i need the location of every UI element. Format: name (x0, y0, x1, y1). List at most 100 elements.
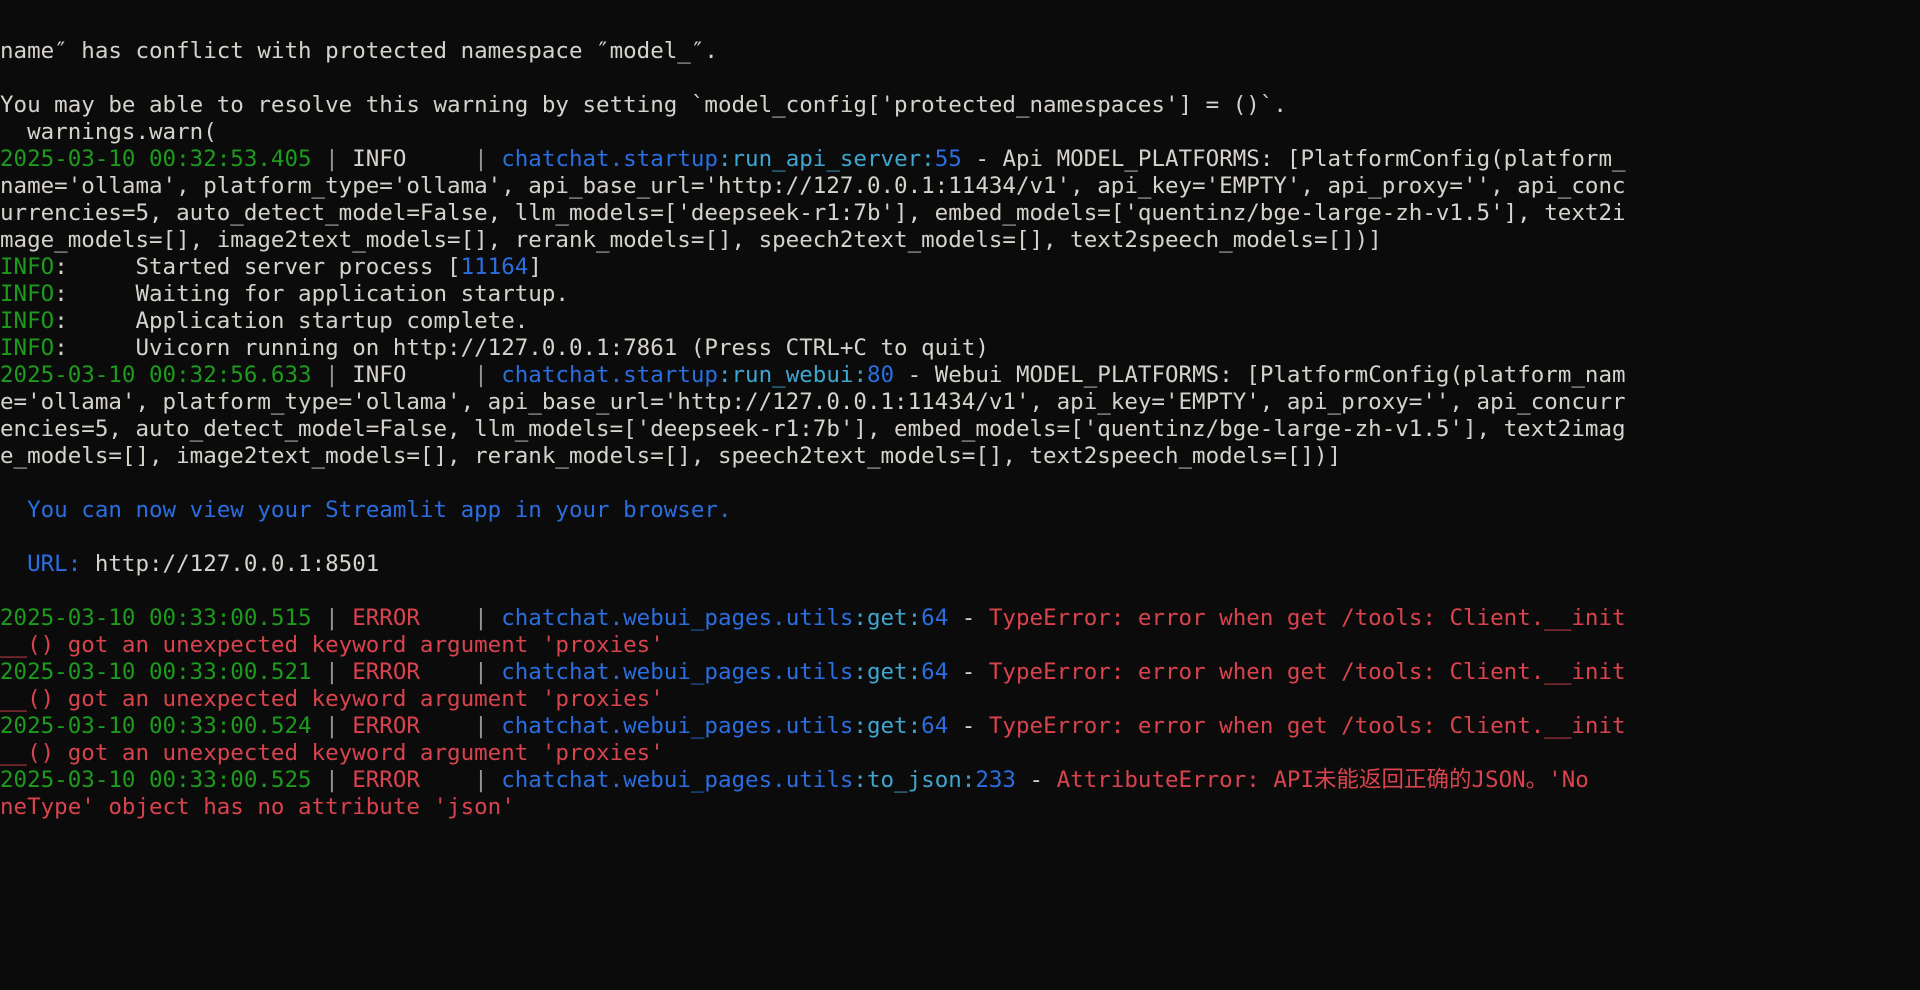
terminal-segment: AttributeError: API未能返回正确的JSON。'No (1056, 767, 1589, 793)
error-line-to-json: 2025-03-10 00:33:00.525 | ERROR | chatch… (0, 767, 1920, 794)
log-wrap-webui-1: e='ollama', platform_type='ollama', api_… (0, 389, 1920, 416)
error-wrap-tools-2: __() got an unexpected keyword argument … (0, 686, 1920, 713)
terminal-segment: run_webui (731, 362, 854, 388)
terminal-segment: __() got an unexpected keyword argument … (0, 686, 664, 712)
uvicorn-waiting-startup: INFO: Waiting for application startup. (0, 281, 1920, 308)
error-wrap-tools-1: __() got an unexpected keyword argument … (0, 632, 1920, 659)
terminal-segment: 64 (921, 659, 949, 685)
streamlit-url-line: URL: http://127.0.0.1:8501 (0, 551, 1920, 578)
log-wrap-api-2: urrencies=5, auto_detect_model=False, ll… (0, 200, 1920, 227)
terminal-segment: 2025-03-10 00:32:53.405 (0, 146, 312, 172)
terminal-segment: 2025-03-10 00:33:00.521 (0, 659, 312, 685)
terminal-segment: 2025-03-10 00:32:56.633 (0, 362, 312, 388)
terminal-segment: INFO (352, 362, 461, 388)
terminal-segment: INFO (352, 146, 461, 172)
terminal-segment: __() got an unexpected keyword argument … (0, 632, 664, 658)
terminal-segment: chatchat.startup (501, 146, 718, 172)
terminal-segment: : (921, 146, 935, 172)
terminal-segment: 64 (921, 605, 949, 631)
warning-conflict-line: name″ has conflict with protected namesp… (0, 38, 1920, 65)
terminal-segment: : (907, 605, 922, 631)
terminal-segment: INFO (0, 281, 55, 307)
terminal-segment: | (311, 146, 353, 172)
terminal-segment: 55 (934, 146, 962, 172)
terminal-segment: chatchat.webui_pages.utils (501, 605, 854, 631)
terminal-segment: 2025-03-10 00:33:00.524 (0, 713, 312, 739)
error-line-tools-1: 2025-03-10 00:33:00.515 | ERROR | chatch… (0, 605, 1920, 632)
terminal-segment: : (717, 362, 732, 388)
log-wrap-api-1: name='ollama', platform_type='ollama', a… (0, 173, 1920, 200)
terminal-segment: Api MODEL_PLATFORMS: [PlatformConfig(pla… (1002, 146, 1626, 172)
terminal-segment: warnings.warn( (0, 119, 217, 145)
terminal-segment: chatchat.webui_pages.utils (501, 767, 854, 793)
warning-resolve-hint-line: You may be able to resolve this warning … (0, 92, 1920, 119)
terminal-segment: chatchat.webui_pages.utils (501, 713, 854, 739)
terminal-segment: e_models=[], image2text_models=[], reran… (0, 443, 1342, 469)
terminal-segment: ERROR (352, 659, 461, 685)
terminal-segment: urrencies=5, auto_detect_model=False, ll… (0, 200, 1626, 226)
terminal-segment: chatchat.startup (501, 362, 718, 388)
terminal-segment: INFO (0, 254, 55, 280)
error-line-tools-3: 2025-03-10 00:33:00.524 | ERROR | chatch… (0, 713, 1920, 740)
terminal-segment: 11164 (460, 254, 529, 280)
terminal-segment: - (948, 713, 989, 739)
terminal-segment: neType' object has no attribute 'json' (0, 794, 515, 820)
terminal-segment: ] (528, 254, 542, 280)
terminal-segment: ERROR (352, 605, 461, 631)
streamlit-view-app-line: You can now view your Streamlit app in y… (0, 497, 1920, 524)
terminal-segment: name='ollama', platform_type='ollama', a… (0, 173, 1626, 199)
error-wrap-to-json: neType' object has no attribute 'json' (0, 794, 1920, 821)
terminal-segment: - (948, 659, 989, 685)
log-wrap-webui-2: encies=5, auto_detect_model=False, llm_m… (0, 416, 1920, 443)
log-line-api-model-platforms: 2025-03-10 00:32:53.405 | INFO | chatcha… (0, 146, 1920, 173)
terminal-segment: : Started server process [ (54, 254, 461, 280)
terminal-segment: | (460, 146, 502, 172)
terminal-segment: : (907, 713, 922, 739)
terminal-segment: : (853, 362, 867, 388)
terminal-segment: ERROR (352, 767, 461, 793)
terminal-segment: name″ has conflict with protected namesp… (0, 38, 718, 64)
terminal-segment: : (853, 605, 867, 631)
error-line-tools-2: 2025-03-10 00:33:00.521 | ERROR | chatch… (0, 659, 1920, 686)
terminal-segment: : Uvicorn running on http://127.0.0.1:78… (54, 335, 989, 361)
terminal-segment: 2025-03-10 00:33:00.515 (0, 605, 312, 631)
terminal-segment: | (311, 605, 353, 631)
terminal-segment: chatchat.webui_pages.utils (501, 659, 854, 685)
terminal-segment: - (948, 605, 989, 631)
terminal-segment: - (1015, 767, 1057, 793)
uvicorn-running-on: INFO: Uvicorn running on http://127.0.0.… (0, 335, 1920, 362)
uvicorn-started-server-process: INFO: Started server process [11164] (0, 254, 1920, 281)
terminal-console-output[interactable]: name″ has conflict with protected namesp… (0, 0, 1920, 990)
terminal-segment: | (460, 605, 502, 631)
uvicorn-startup-complete: INFO: Application startup complete. (0, 308, 1920, 335)
terminal-segment: : (853, 767, 867, 793)
terminal-segment: : Waiting for application startup. (54, 281, 569, 307)
terminal-segment: : Application startup complete. (54, 308, 529, 334)
terminal-segment: 64 (921, 713, 949, 739)
terminal-segment: : (717, 146, 732, 172)
terminal-segment: - (961, 146, 1003, 172)
terminal-segment: | (460, 713, 502, 739)
terminal-segment: TypeError: error when get /tools: Client… (988, 605, 1626, 631)
log-wrap-api-3: mage_models=[], image2text_models=[], re… (0, 227, 1920, 254)
log-line-webui-model-platforms: 2025-03-10 00:32:56.633 | INFO | chatcha… (0, 362, 1920, 389)
terminal-segment: You can now view your Streamlit app in y… (0, 497, 732, 523)
terminal-segment: 233 (975, 767, 1016, 793)
terminal-segment: : (907, 659, 922, 685)
terminal-segment: | (311, 362, 353, 388)
terminal-segment: get (866, 713, 908, 739)
terminal-segment: - (894, 362, 935, 388)
terminal-segment: 2025-03-10 00:33:00.525 (0, 767, 312, 793)
terminal-segment: ERROR (352, 713, 461, 739)
terminal-segment: | (460, 767, 502, 793)
terminal-segment: You may be able to resolve this warning … (0, 92, 1287, 118)
terminal-segment: | (460, 659, 502, 685)
terminal-segment: to_json (866, 767, 962, 793)
error-wrap-tools-3: __() got an unexpected keyword argument … (0, 740, 1920, 767)
terminal-segment: INFO (0, 335, 55, 361)
terminal-segment: | (311, 659, 353, 685)
